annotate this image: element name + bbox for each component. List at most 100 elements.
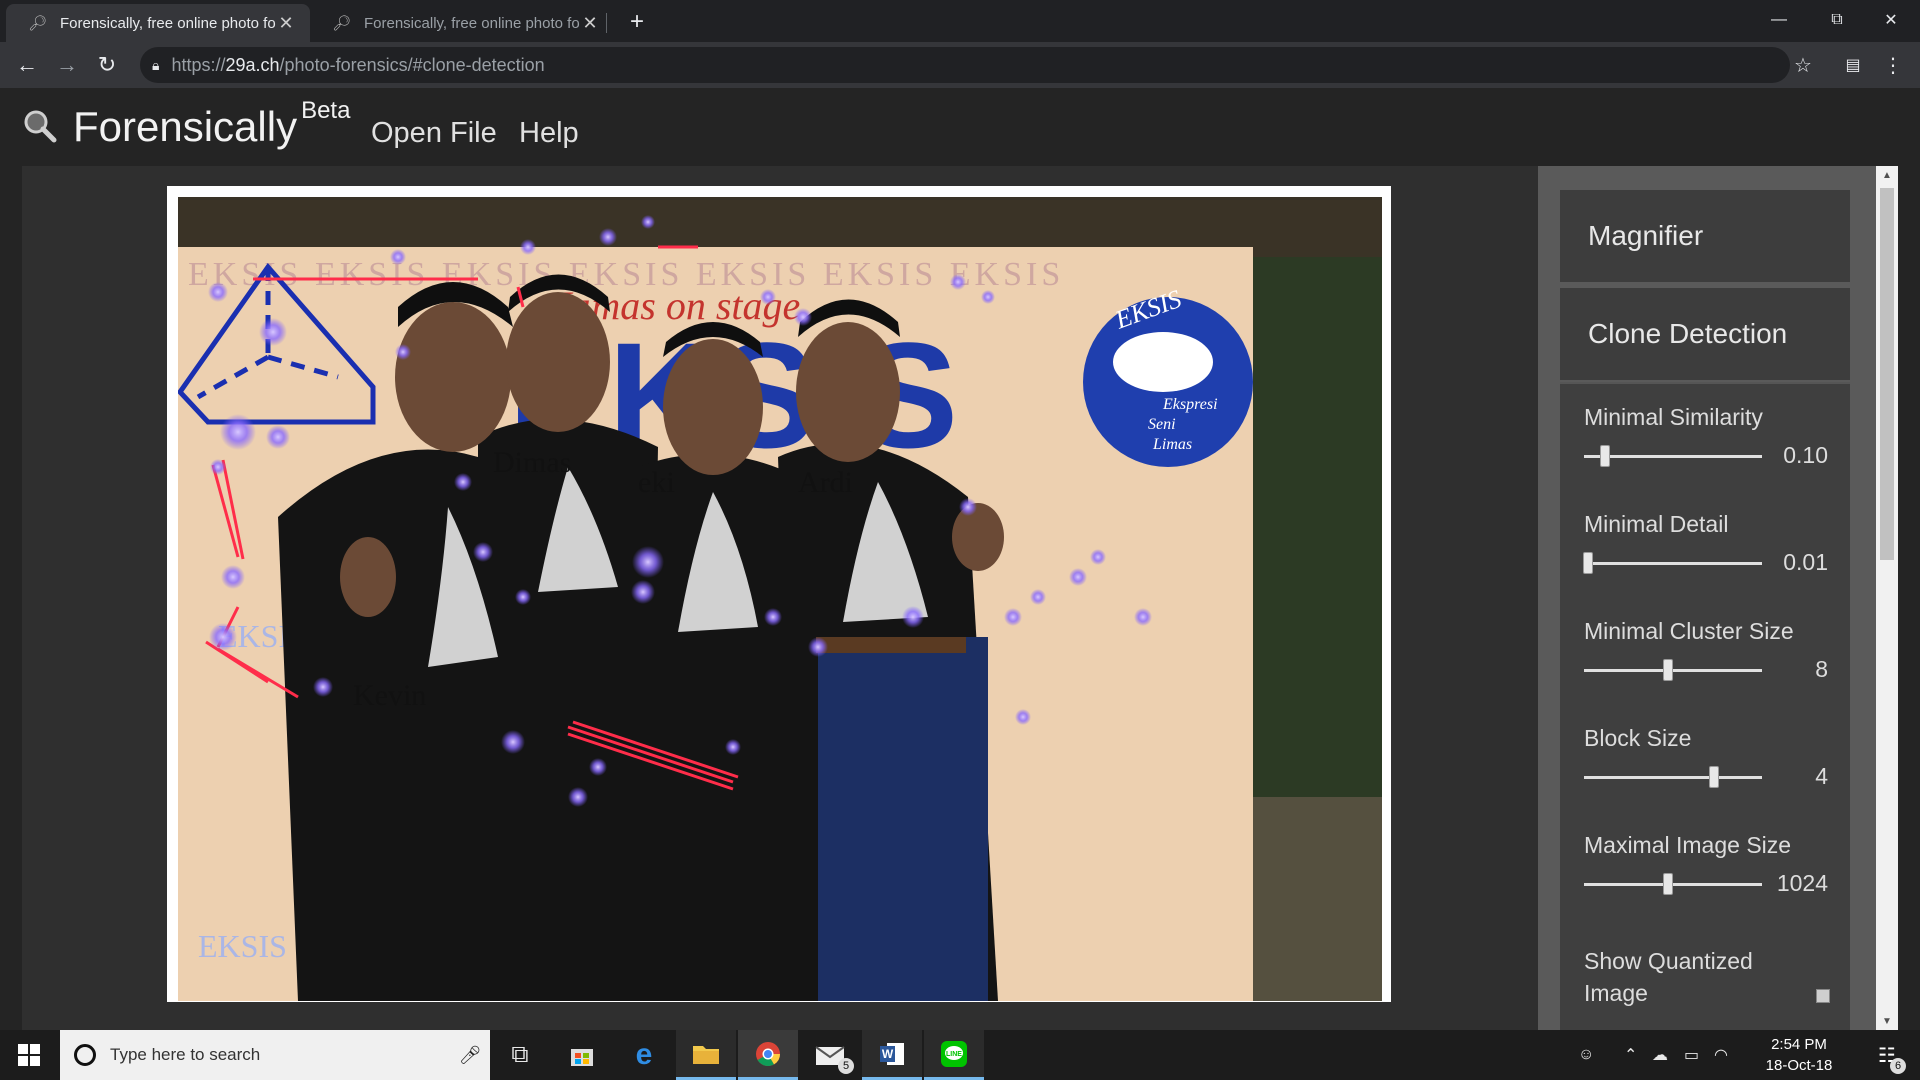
close-tab-icon[interactable]: ✕	[580, 13, 600, 34]
slider-track[interactable]	[1584, 883, 1762, 886]
control-maximal-image-size: Maximal Image Size 1024	[1560, 824, 1850, 930]
task-view-icon[interactable]: ⧉	[490, 1030, 550, 1080]
section-magnifier[interactable]: Magnifier	[1560, 190, 1850, 282]
slider-thumb[interactable]	[1708, 766, 1719, 788]
word-icon[interactable]: W	[862, 1030, 922, 1080]
slider-track[interactable]	[1584, 776, 1762, 779]
control-label: Block Size	[1584, 725, 1692, 751]
section-clone-detection[interactable]: Clone Detection	[1560, 288, 1850, 380]
microphone-icon[interactable]: 🎤︎	[450, 1045, 490, 1066]
search-placeholder: Type here to search	[110, 1045, 261, 1064]
browser-tabstrip: 🔎︎ Forensically, free online photo foren…	[0, 0, 1920, 42]
taskbar-search-box[interactable]: Type here to search 🎤︎	[60, 1030, 490, 1080]
battery-icon[interactable]: ▭	[1684, 1030, 1699, 1080]
clone-detection-controls: Minimal Similarity 0.10 Minimal Detail 0…	[1560, 382, 1850, 1030]
store-icon[interactable]	[552, 1030, 612, 1080]
mail-badge: 5	[838, 1058, 854, 1074]
action-center-icon[interactable]: ☷ 6	[1862, 1030, 1912, 1080]
lock-icon: 🔒︎	[152, 56, 160, 73]
page-scrollbar[interactable]: ▲ ▼	[1876, 166, 1898, 1030]
wifi-icon[interactable]: ◠	[1714, 1030, 1728, 1080]
slider-thumb[interactable]	[1662, 873, 1673, 895]
tab-title: Forensically, free online photo forensic…	[60, 14, 276, 32]
onedrive-icon[interactable]: ☁	[1652, 1030, 1668, 1080]
incognito-icon[interactable]: ▤	[1838, 50, 1868, 80]
restore-icon[interactable]: ⧉	[1808, 0, 1866, 40]
windows-start-icon[interactable]	[0, 1030, 58, 1080]
control-value: 0.01	[1783, 549, 1828, 575]
control-block-size: Block Size 4	[1560, 717, 1850, 823]
control-label: Maximal Image Size	[1584, 832, 1792, 858]
slider-track[interactable]	[1584, 562, 1762, 565]
control-minimal-similarity: Minimal Similarity 0.10	[1560, 396, 1850, 502]
slider-track[interactable]	[1584, 669, 1762, 672]
scroll-down-icon[interactable]: ▼	[1876, 1012, 1898, 1030]
slider-thumb[interactable]	[1662, 659, 1673, 681]
control-show-quantized-image: Show Quantized Image	[1560, 931, 1850, 1027]
tab-title: Forensically, free online photo forensic…	[364, 14, 580, 32]
overlay-name: Dimas	[493, 446, 571, 479]
control-value: 0.10	[1783, 442, 1828, 468]
show-hidden-icons[interactable]: ⌃	[1624, 1030, 1637, 1080]
mail-icon[interactable]: 5	[800, 1030, 860, 1080]
file-explorer-icon[interactable]	[676, 1030, 736, 1080]
search-icon: 🔎︎	[28, 15, 48, 32]
search-icon: 🔎︎	[332, 15, 352, 32]
close-window-icon[interactable]: ✕	[1862, 0, 1920, 40]
edge-icon[interactable]: e	[614, 1030, 674, 1080]
forward-icon[interactable]: →	[52, 50, 82, 80]
checkbox-label: Show Quantized Image	[1584, 948, 1753, 1006]
slider-track[interactable]	[1584, 455, 1762, 458]
control-value: 8	[1815, 656, 1828, 682]
clock-time: 2:54 PM	[1771, 1036, 1827, 1053]
reload-icon[interactable]: ↻	[92, 50, 122, 80]
slider-thumb[interactable]	[1600, 445, 1611, 467]
svg-text:W: W	[882, 1047, 894, 1061]
scroll-up-icon[interactable]: ▲	[1876, 166, 1898, 184]
chrome-icon[interactable]	[738, 1030, 798, 1080]
minimize-icon[interactable]: —	[1750, 0, 1808, 40]
tools-sidepanel: Magnifier Clone Detection Minimal Simila…	[1538, 166, 1876, 1030]
help-link[interactable]: Help	[519, 117, 579, 150]
svg-text:Seni: Seni	[1148, 416, 1176, 433]
svg-text:Ekspresi: Ekspresi	[1162, 396, 1218, 413]
system-clock[interactable]: 2:54 PM 18-Oct-18	[1756, 1034, 1842, 1076]
control-value: 4	[1815, 763, 1828, 789]
people-icon[interactable]: ☺	[1578, 1030, 1594, 1080]
address-bar[interactable]: 🔒︎ https://29a.ch/photo-forensics/#clone…	[140, 47, 1790, 83]
image-frame: EKSIS EKSIS EKSIS EKSIS EKSIS EKSIS EKSI…	[167, 186, 1391, 1002]
notification-badge: 6	[1890, 1058, 1906, 1074]
tab-separator	[606, 13, 607, 33]
browser-toolbar: ← → ↻ 🔒︎ https://29a.ch/photo-forensics/…	[0, 42, 1920, 88]
brand-beta: Beta	[301, 97, 351, 124]
svg-text:LINE: LINE	[946, 1051, 962, 1058]
overlay-name: eki	[638, 466, 675, 499]
svg-text:EKSIS: EKSIS	[198, 928, 287, 964]
menu-kebab-icon[interactable]: ⋮	[1878, 50, 1908, 80]
app-header: Forensically Beta Open File Help	[0, 88, 1920, 166]
cortana-icon	[74, 1044, 96, 1066]
control-label: Minimal Detail	[1584, 511, 1729, 537]
windows-taskbar: Type here to search 🎤︎ ⧉ e 5 W LINE ☺ ⌃ …	[0, 1030, 1920, 1080]
overlay-name: Ardi	[798, 466, 853, 499]
slider-thumb[interactable]	[1582, 552, 1593, 574]
brand-title: Forensically Beta	[73, 97, 351, 150]
bookmark-star-icon[interactable]: ☆	[1788, 50, 1818, 80]
tab-inactive[interactable]: 🔎︎ Forensically, free online photo foren…	[310, 4, 614, 42]
line-app-icon[interactable]: LINE	[924, 1030, 984, 1080]
control-label: Minimal Cluster Size	[1584, 618, 1794, 644]
show-quantized-checkbox[interactable]	[1816, 989, 1830, 1003]
close-tab-icon[interactable]: ✕	[276, 13, 296, 34]
new-tab-button[interactable]: +	[622, 4, 652, 40]
url-text: https://29a.ch/photo-forensics/#clone-de…	[171, 54, 545, 75]
scroll-thumb[interactable]	[1880, 188, 1894, 560]
analyzed-photo[interactable]: EKSIS EKSIS EKSIS EKSIS EKSIS EKSIS EKSI…	[178, 197, 1382, 1001]
control-minimal-cluster-size: Minimal Cluster Size 8	[1560, 610, 1850, 716]
tab-active[interactable]: 🔎︎ Forensically, free online photo foren…	[6, 4, 310, 42]
back-icon[interactable]: ←	[12, 50, 42, 80]
overlay-name: Kevin	[353, 679, 426, 712]
clock-date: 18-Oct-18	[1765, 1057, 1833, 1074]
magnifier-logo-icon	[24, 110, 57, 143]
open-file-link[interactable]: Open File	[371, 117, 497, 150]
photo-svg: EKSIS EKSIS EKSIS EKSIS EKSIS EKSIS EKSI…	[178, 197, 1382, 1001]
